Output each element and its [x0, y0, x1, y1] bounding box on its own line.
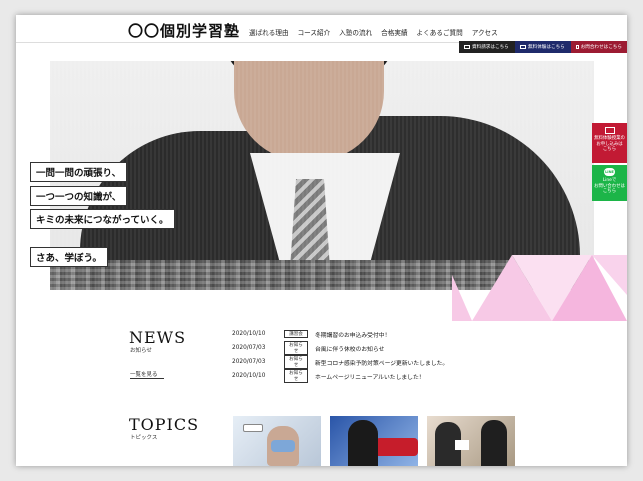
document-icon	[464, 45, 470, 49]
news-category-badge: お知らせ	[284, 355, 308, 369]
topic-card-student[interactable]	[330, 416, 418, 466]
person-shape	[481, 420, 507, 466]
nav-item-results[interactable]: 合格実績	[381, 27, 407, 37]
news-list: 2020/10/10 講習会 冬期講習のお申込み受付中！ 2020/07/03 …	[232, 327, 492, 383]
person-shape	[348, 420, 378, 466]
pencil-icon	[520, 45, 526, 49]
browser-page: 〇〇個別学習塾 選ばれる理由 コース紹介 入塾の流れ 合格実績 よくあるご質問 …	[16, 15, 627, 466]
mail-icon	[604, 127, 615, 134]
news-item[interactable]: 2020/10/10 お知らせ ホームページリニューアルいたしました！	[232, 369, 492, 383]
side-free-trial-tab[interactable]: 無料体験授業の お申し込みは こちら	[592, 123, 627, 163]
news-more-link[interactable]: 一覧を見る	[130, 370, 158, 378]
news-subheading: お知らせ	[130, 348, 152, 354]
thermometer-shape	[243, 424, 263, 432]
nav-item-faq[interactable]: よくあるご質問	[417, 27, 463, 37]
request-brochure-label: 資料請求はこちら	[472, 45, 509, 50]
side-line-label: Lineで お問い合わせは こちら	[594, 178, 625, 195]
topics-heading: TOPICS	[129, 415, 200, 434]
contact-label: お問合わせはこちら	[580, 45, 622, 50]
global-nav: 選ばれる理由 コース紹介 入塾の流れ 合格実績 よくあるご質問 アクセス	[249, 27, 507, 37]
request-brochure-button[interactable]: 資料請求はこちら	[459, 41, 515, 53]
mail-icon	[576, 45, 579, 49]
news-date: 2020/07/03	[232, 345, 266, 351]
pink-triangle-pattern	[452, 255, 627, 321]
news-title: 新型コロナ感染予防対策ページ更新いたしました。	[315, 360, 449, 367]
side-free-trial-label: 無料体験授業の お申し込みは こちら	[594, 136, 625, 153]
news-title: ホームページリニューアルいたしました！	[315, 374, 425, 381]
topic-card-temperature-check[interactable]	[233, 416, 321, 466]
hero-catch-line-2: 一つ一つの知識が、	[30, 186, 128, 206]
news-date: 2020/10/10	[232, 373, 266, 379]
nav-item-reasons[interactable]: 選ばれる理由	[249, 27, 289, 37]
nav-item-enrollment-flow[interactable]: 入塾の流れ	[339, 27, 372, 37]
site-header: 〇〇個別学習塾 選ばれる理由 コース紹介 入塾の流れ 合格実績 よくあるご質問 …	[16, 15, 627, 43]
news-more-underline	[130, 378, 164, 379]
news-date: 2020/07/03	[232, 359, 266, 365]
line-icon: LINE	[604, 168, 615, 176]
hero-catch-line-1: 一問一問の頑張り、	[30, 162, 128, 182]
news-item[interactable]: 2020/07/03 お知らせ 新型コロナ感染予防対策ページ更新いたしました。	[232, 355, 492, 369]
news-category-badge: お知らせ	[284, 341, 308, 355]
news-item[interactable]: 2020/07/03 お知らせ 台風に伴う休校のお知らせ	[232, 341, 492, 355]
news-title: 台風に伴う休校のお知らせ	[315, 346, 385, 353]
site-logo[interactable]: 〇〇個別学習塾	[128, 20, 240, 41]
nav-item-access[interactable]: アクセス	[472, 27, 498, 37]
topics-subheading: トピックス	[130, 435, 158, 441]
topic-card-study[interactable]	[427, 416, 515, 466]
contact-bar: 資料請求はこちら 無料体験はこちら お問合わせはこちら	[459, 41, 627, 53]
news-date: 2020/10/10	[232, 331, 266, 337]
news-item[interactable]: 2020/10/10 講習会 冬期講習のお申込み受付中！	[232, 327, 492, 341]
free-trial-button[interactable]: 無料体験はこちら	[515, 41, 571, 53]
news-title: 冬期講習のお申込み受付中！	[315, 332, 391, 339]
news-category-badge: お知らせ	[284, 369, 308, 383]
nav-item-courses[interactable]: コース紹介	[298, 27, 331, 37]
hero-catch-cta: さあ、学ぼう。	[30, 247, 108, 267]
news-category-badge: 講習会	[284, 330, 308, 338]
triangle-pattern-svg	[452, 255, 627, 321]
side-line-tab[interactable]: LINE Lineで お問い合わせは こちら	[592, 165, 627, 201]
free-trial-label: 無料体験はこちら	[528, 45, 565, 50]
book-shape	[455, 440, 469, 450]
news-heading: NEWS	[129, 328, 187, 347]
mask-shape	[271, 440, 295, 452]
contact-button[interactable]: お問合わせはこちら	[571, 41, 627, 53]
hero-catch-line-3: キミの未来につながっていく。	[30, 209, 175, 229]
